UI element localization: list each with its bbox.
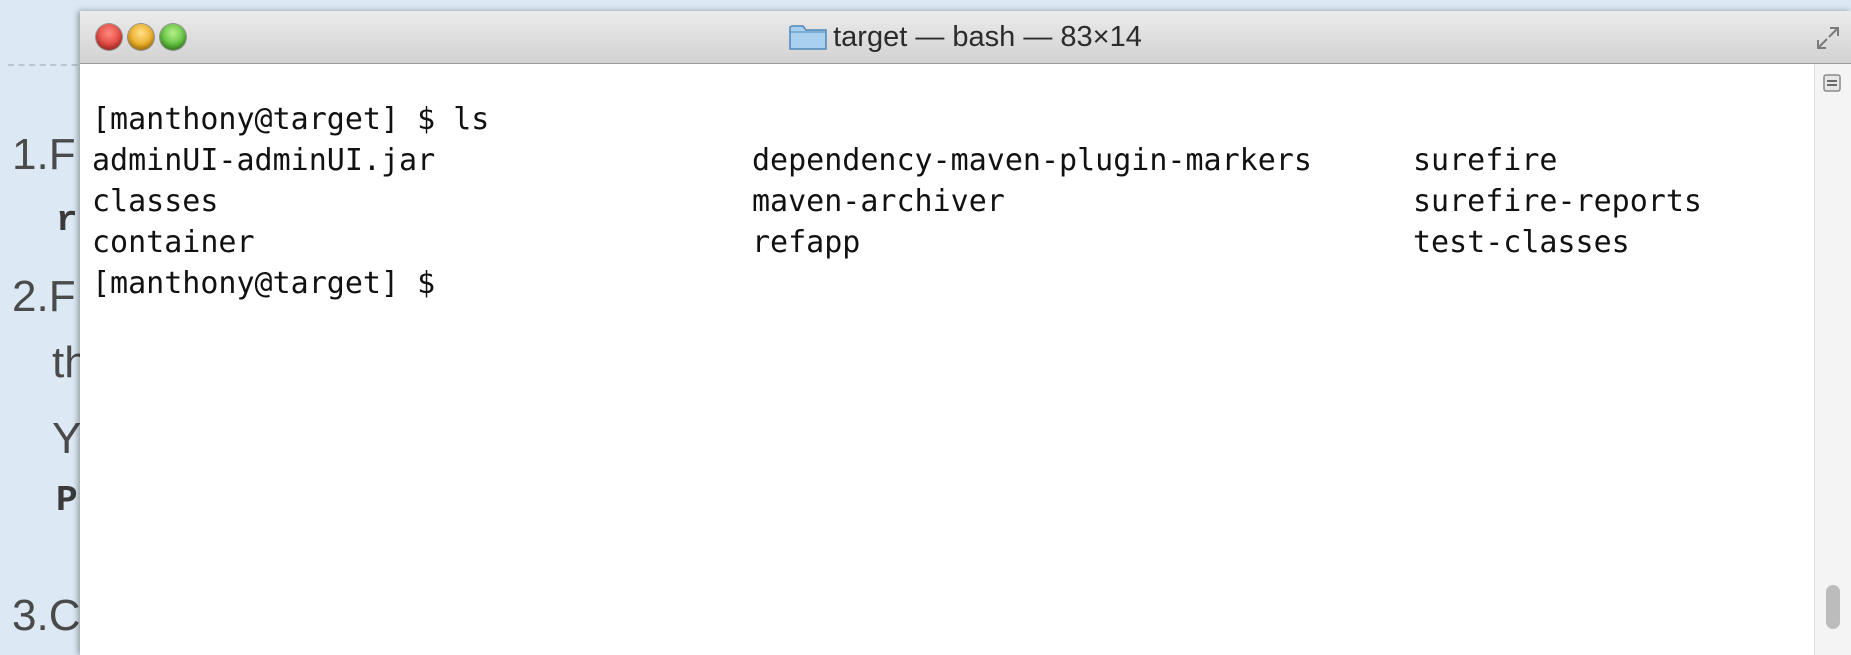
slide-list-item-2: 2.F <box>12 272 76 321</box>
ls-entry: dependency-maven-plugin-markers <box>752 143 1312 178</box>
ls-row: classes maven-archiver surefire-reports <box>92 181 1815 222</box>
terminal-window[interactable]: target — bash — 83×14 [manthony@target] … <box>80 11 1851 655</box>
ls-entry: classes <box>92 184 219 219</box>
command-line: [manthony@target] $ <box>92 263 1815 304</box>
ls-row: container refapp test-classes <box>92 222 1815 263</box>
window-title: target — bash — 83×14 <box>833 20 1142 53</box>
ls-entry: refapp <box>752 225 861 260</box>
fullscreen-icon[interactable] <box>1815 25 1841 51</box>
split-pane-icon[interactable] <box>1823 74 1841 92</box>
ls-entry: container <box>92 225 255 260</box>
scrollbar-thumb[interactable] <box>1826 585 1840 629</box>
vertical-scrollbar[interactable] <box>1814 64 1851 655</box>
ls-entry: surefire <box>1413 143 1558 178</box>
slide-code-2: P <box>56 480 78 521</box>
slide-code-1: r <box>56 200 78 241</box>
ls-row: adminUI-adminUI.jar dependency-maven-plu… <box>92 140 1815 181</box>
ls-entry: test-classes <box>1413 225 1630 260</box>
prompt: [manthony@target] $ <box>92 266 436 301</box>
folder-icon <box>789 25 827 50</box>
command-line: [manthony@target] $ ls <box>92 99 1815 140</box>
ls-entry: adminUI-adminUI.jar <box>92 143 436 178</box>
slide-divider <box>8 64 88 66</box>
window-title-group: target — bash — 83×14 <box>80 11 1851 63</box>
slide-list-item-1: 1.F <box>12 130 76 179</box>
terminal-output[interactable]: [manthony@target] $ ls adminUI-adminUI.j… <box>80 64 1815 655</box>
ls-entry: surefire-reports <box>1413 184 1702 219</box>
slide-paragraph: Y <box>52 414 82 463</box>
prompt-command: [manthony@target] $ ls <box>92 102 490 137</box>
title-bar[interactable]: target — bash — 83×14 <box>80 11 1851 64</box>
ls-entry: maven-archiver <box>752 184 1005 219</box>
slide-list-item-3: 3.C <box>12 591 81 640</box>
